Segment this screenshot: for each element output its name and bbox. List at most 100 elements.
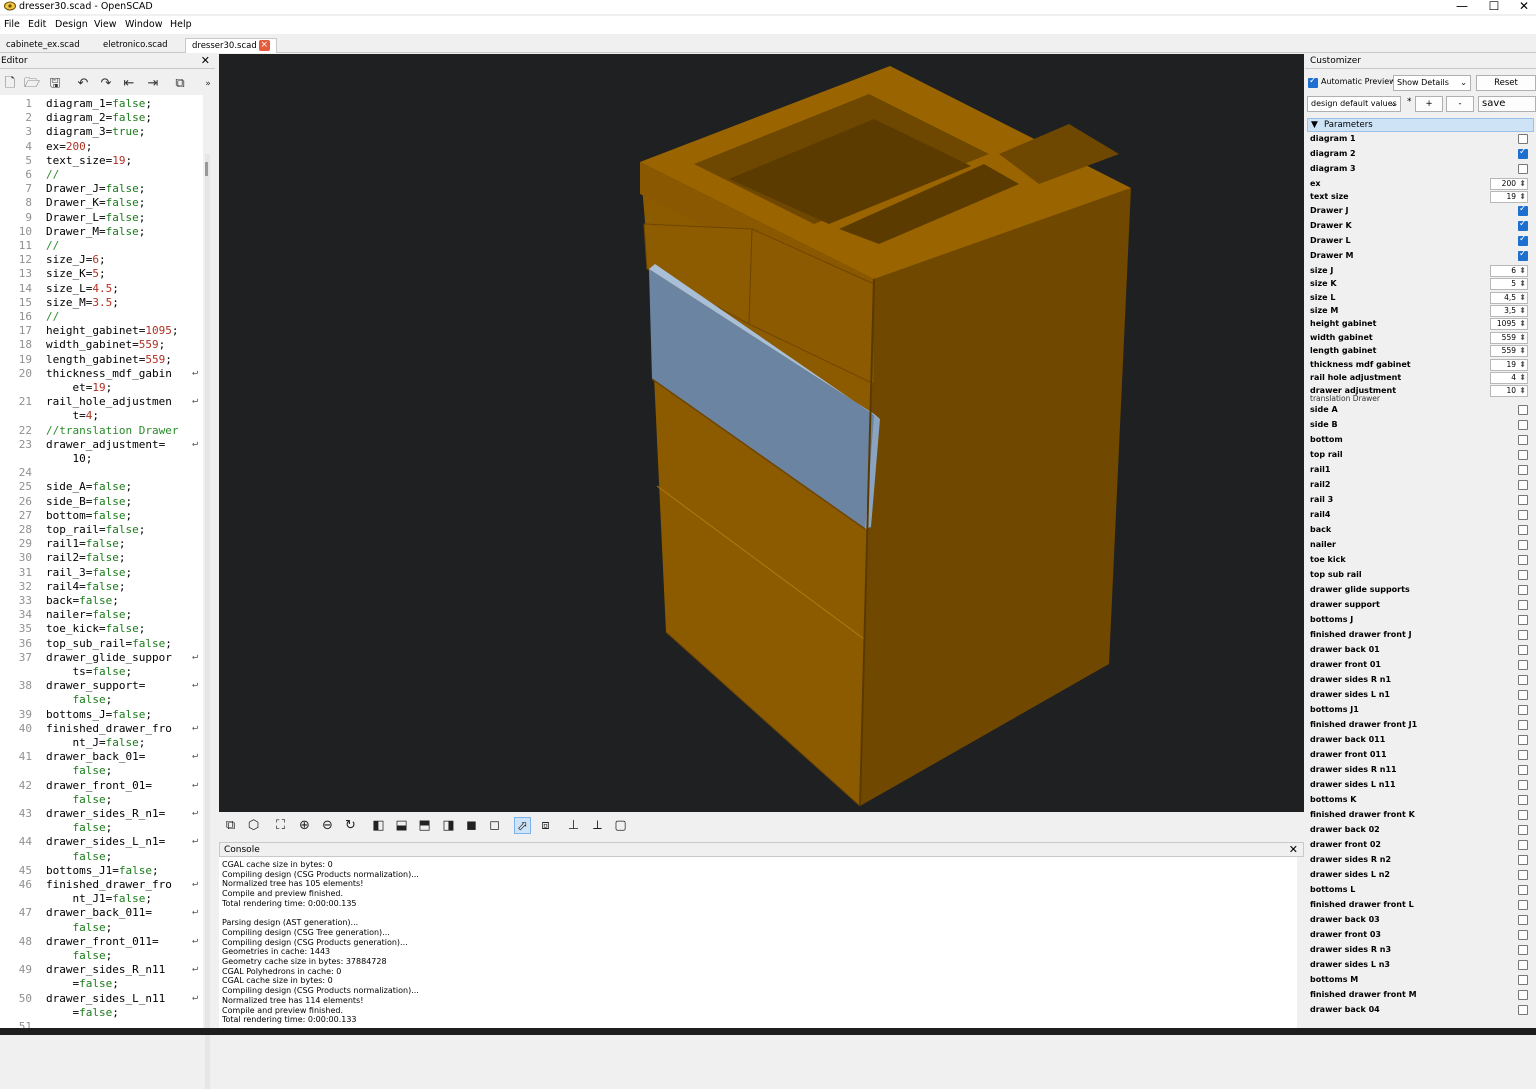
orthogonal-icon[interactable]: ⧈ [537,817,554,834]
view-top-icon[interactable]: ⬓ [393,817,410,834]
editor-scrollbar[interactable] [205,154,210,1089]
param-checkbox[interactable] [1518,570,1528,581]
menu-help[interactable]: Help [170,18,192,32]
param-checkbox[interactable] [1518,510,1528,521]
view-left-icon[interactable]: ◨ [440,817,457,834]
3d-viewport[interactable] [219,54,1304,812]
maximize-button[interactable]: ☐ [1477,0,1511,14]
param-checkbox[interactable] [1518,465,1528,476]
close-tab-icon[interactable]: × [258,40,270,51]
param-spinbox[interactable]: 3,5 [1490,305,1528,317]
param-checkbox[interactable] [1518,795,1528,806]
console-close-icon[interactable]: ✕ [1289,843,1298,857]
param-spinbox[interactable]: 19 [1490,191,1528,204]
more-tools-icon[interactable]: » [200,76,216,92]
unindent-icon[interactable]: ⇤ [121,76,137,92]
undo-icon[interactable]: ↶ [75,76,91,92]
menu-file[interactable]: File [4,18,20,32]
render-icon[interactable]: ⬡ [245,817,262,834]
param-checkbox[interactable] [1518,249,1528,261]
param-checkbox[interactable] [1518,495,1528,506]
param-checkbox[interactable] [1518,690,1528,701]
preview-icon[interactable]: ⧉ [172,76,188,92]
zoom-in-icon[interactable]: ⊕ [296,817,313,834]
save-icon[interactable]: 🖫 [47,76,63,92]
param-checkbox[interactable] [1518,450,1528,461]
param-checkbox[interactable] [1518,945,1528,956]
reset-view-icon[interactable]: ↻ [342,817,359,834]
param-checkbox[interactable] [1518,885,1528,896]
param-checkbox[interactable] [1518,480,1528,491]
menu-view[interactable]: View [94,18,117,32]
param-checkbox[interactable] [1518,1005,1528,1016]
menu-edit[interactable]: Edit [28,18,46,32]
details-select[interactable]: Show Details ⌄ [1393,75,1471,91]
preview-icon[interactable]: ⧉ [222,817,239,834]
param-spinbox[interactable]: 6 [1490,264,1528,277]
param-checkbox[interactable] [1518,585,1528,596]
preset-select[interactable]: design default values ⌄ [1307,96,1401,112]
redo-icon[interactable]: ↷ [98,76,114,92]
param-checkbox[interactable] [1518,960,1528,971]
open-folder-icon[interactable]: 🗁 [24,76,40,92]
tab-dresser30[interactable]: dresser30.scad × [185,38,277,53]
minimize-button[interactable]: — [1445,0,1479,14]
param-checkbox[interactable] [1518,705,1528,716]
param-spinbox[interactable]: 4,5 [1490,291,1528,304]
param-checkbox[interactable] [1518,930,1528,941]
param-checkbox[interactable] [1518,810,1528,821]
show-scale-icon[interactable]: ⟂ [589,817,606,834]
param-checkbox[interactable] [1518,870,1528,881]
param-checkbox[interactable] [1518,660,1528,671]
close-window-button[interactable]: ✕ [1507,0,1536,14]
param-checkbox[interactable] [1518,975,1528,986]
show-edges-icon[interactable]: ▢ [612,817,629,834]
param-checkbox[interactable] [1518,765,1528,776]
menu-design[interactable]: Design [55,18,88,32]
view-right-icon[interactable]: ◧ [370,817,387,834]
param-checkbox[interactable] [1518,720,1528,731]
param-checkbox[interactable] [1518,615,1528,626]
param-checkbox[interactable] [1518,825,1528,836]
param-spinbox[interactable]: 200 [1490,178,1528,190]
add-preset-button[interactable]: + [1415,96,1443,112]
param-checkbox[interactable] [1518,900,1528,911]
view-back-icon[interactable]: ◻ [486,817,503,834]
parameters-section-header[interactable]: ▼ Parameters [1307,118,1534,132]
param-checkbox[interactable] [1518,915,1528,926]
show-axes-icon[interactable]: ⊥ [565,817,582,834]
param-checkbox[interactable] [1518,855,1528,866]
param-checkbox[interactable] [1518,164,1528,174]
remove-preset-button[interactable]: - [1446,96,1474,112]
param-checkbox[interactable] [1518,525,1528,536]
param-checkbox[interactable] [1518,645,1528,656]
param-spinbox[interactable]: 5 [1490,278,1528,291]
param-checkbox[interactable] [1518,630,1528,641]
perspective-icon[interactable]: ⬀ [514,817,531,834]
param-checkbox[interactable] [1518,435,1528,446]
param-checkbox[interactable] [1518,420,1528,431]
param-spinbox[interactable]: 559 [1490,331,1528,344]
param-spinbox[interactable]: 559 [1490,345,1528,358]
zoom-out-icon[interactable]: ⊖ [319,817,336,834]
param-checkbox[interactable] [1518,675,1528,686]
view-front-icon[interactable]: ◼ [463,817,480,834]
param-checkbox[interactable] [1518,134,1528,144]
param-checkbox[interactable] [1518,555,1528,566]
new-file-icon[interactable]: 🗋 [2,76,18,92]
indent-icon[interactable]: ⇥ [145,76,161,92]
param-checkbox[interactable] [1518,750,1528,761]
param-checkbox[interactable] [1518,735,1528,746]
view-all-icon[interactable]: ⛶ [272,817,289,834]
save-preset-button[interactable]: save prese [1478,96,1536,112]
param-checkbox[interactable] [1518,600,1528,611]
scrollbar-thumb[interactable] [205,162,208,176]
code-editor[interactable]: 1 diagram_1=false; 2 diagram_2=false; 3 diagr… [0,95,203,1035]
param-checkbox[interactable] [1518,990,1528,1001]
automatic-preview-checkbox[interactable] [1308,76,1318,88]
editor-close-icon[interactable]: ✕ [201,54,210,68]
param-checkbox[interactable] [1518,204,1528,216]
param-spinbox[interactable]: 19 [1490,358,1528,371]
param-checkbox[interactable] [1518,840,1528,851]
reset-button[interactable]: Reset [1476,75,1536,91]
